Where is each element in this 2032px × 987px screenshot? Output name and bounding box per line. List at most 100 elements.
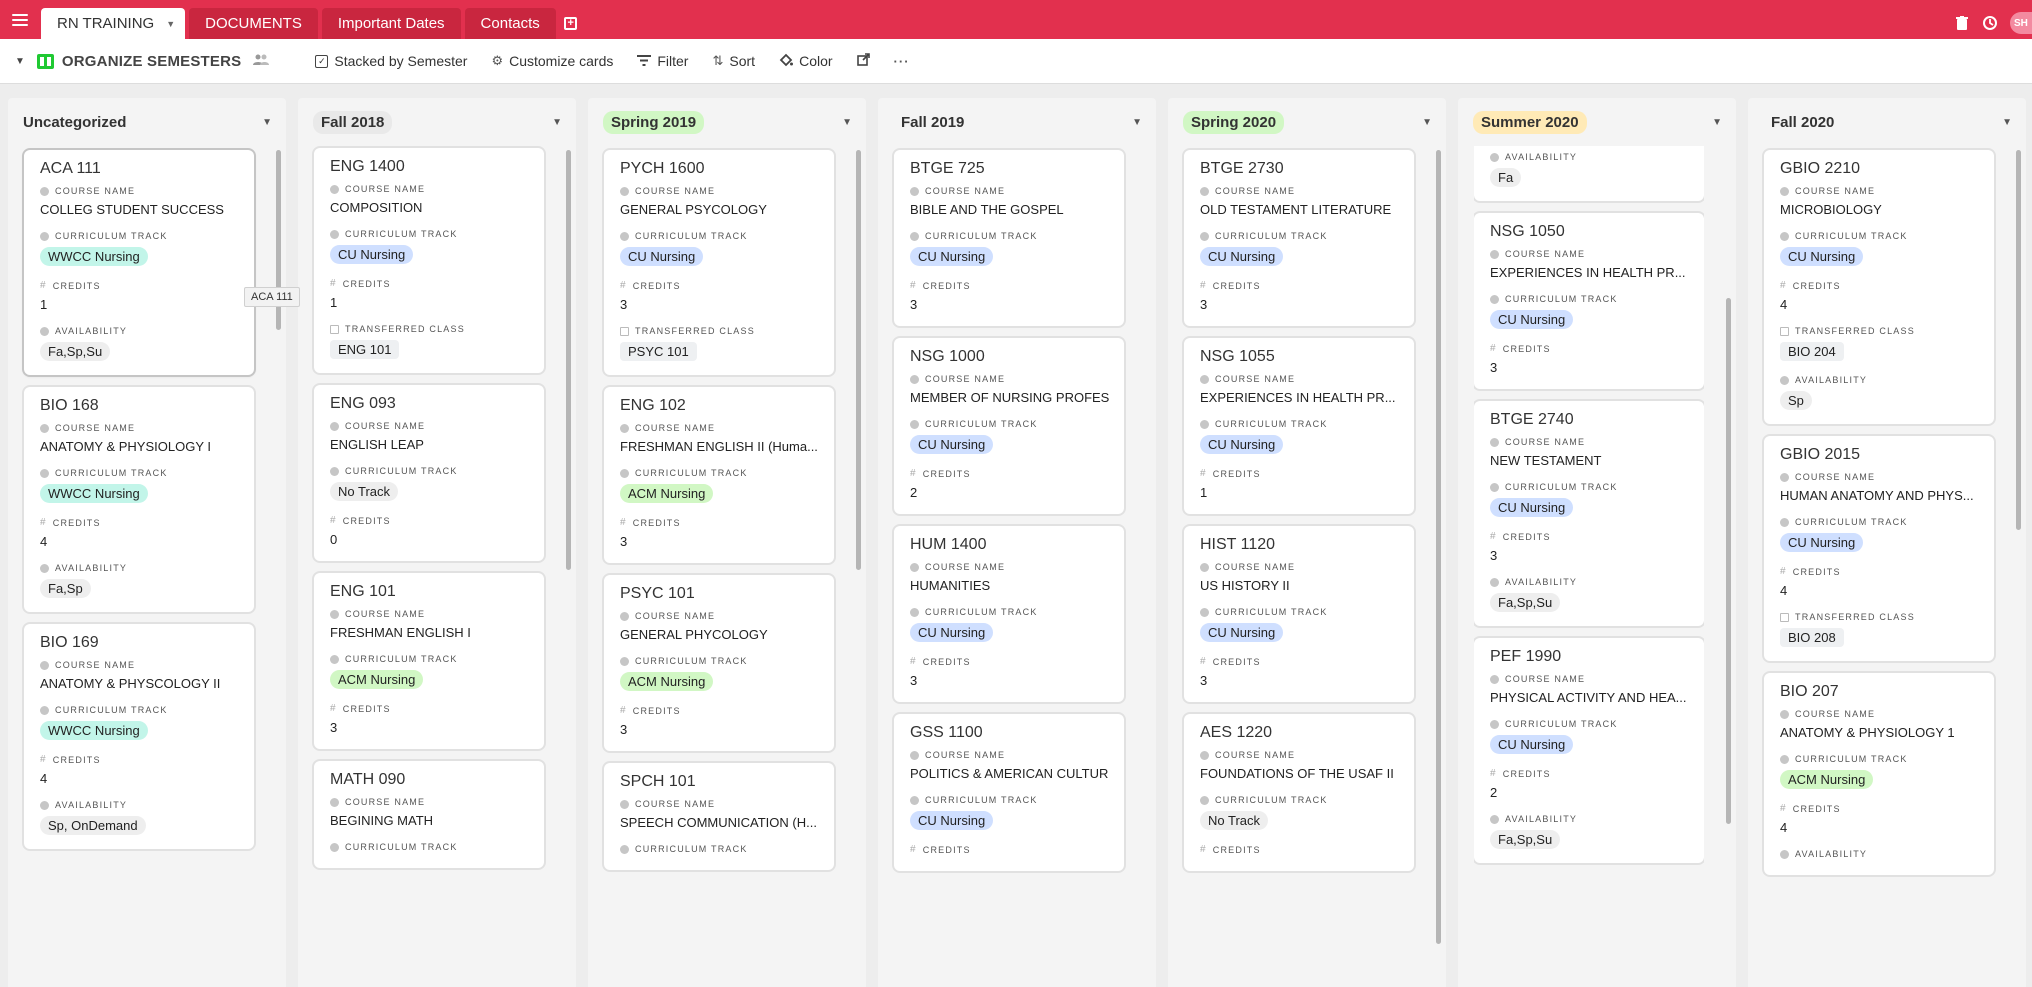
text-field-icon [620, 186, 629, 196]
chevron-down-icon[interactable]: ▼ [1712, 117, 1722, 128]
availability-pill: Fa,Sp,Su [40, 342, 111, 361]
record-card[interactable]: NSG 1055 COURSE NAME EXPERIENCES IN HEAL… [1184, 338, 1414, 514]
record-card[interactable]: ENG 101 COURSE NAME FRESHMAN ENGLISH I C… [314, 573, 544, 749]
record-card[interactable]: HUM 1400 COURSE NAME HUMANITIES CURRICUL… [894, 526, 1124, 702]
number-field-icon: # [1780, 803, 1787, 814]
field-label: CURRICULUM TRACK [1200, 419, 1399, 429]
record-card[interactable]: ENG 102 COURSE NAME FRESHMAN ENGLISH II … [604, 387, 834, 563]
tab-documents[interactable]: DOCUMENTS [189, 8, 318, 39]
course-name: EXPERIENCES IN HEALTH PR... [1490, 265, 1686, 280]
record-card[interactable]: SPCH 101 COURSE NAME SPEECH COMMUNICATIO… [604, 763, 834, 870]
chevron-down-icon[interactable]: ▼ [262, 117, 272, 128]
tab-important-dates[interactable]: Important Dates [321, 8, 461, 39]
stack-title: Uncategorized [23, 113, 127, 131]
record-card[interactable]: BIO 169 COURSE NAME ANATOMY & PHYSCOLOGY… [24, 624, 254, 849]
customize-cards-button[interactable]: ⚙ Customize cards [491, 53, 613, 69]
transferred-class-pill[interactable]: ENG 101 [330, 340, 400, 359]
stack-scrollbar[interactable] [1436, 150, 1441, 944]
transferred-class-pill[interactable]: BIO 208 [1780, 628, 1844, 647]
field-label: CURRICULUM TRACK [1780, 754, 1979, 764]
chevron-down-icon[interactable]: ▼ [552, 117, 562, 128]
transferred-class-pill[interactable]: BIO 204 [1780, 342, 1844, 361]
history-icon[interactable] [1982, 15, 1998, 31]
record-card[interactable]: HIST 1120 COURSE NAME US HISTORY II CURR… [1184, 526, 1414, 702]
stack-scrollbar[interactable] [566, 150, 571, 570]
chevron-down-icon[interactable]: ▼ [842, 117, 852, 128]
field-label: CURRICULUM TRACK [620, 468, 819, 478]
availability-pill: Fa,Sp,Su [1490, 830, 1561, 849]
record-card[interactable]: PYCH 1600 COURSE NAME GENERAL PSYCOLOGY … [604, 150, 834, 375]
record-card[interactable]: BIO 168 COURSE NAME ANATOMY & PHYSIOLOGY… [24, 387, 254, 612]
chevron-down-icon[interactable]: ▼ [2002, 117, 2012, 128]
record-card[interactable]: BTGE 2740 COURSE NAME NEW TESTAMENT CURR… [1474, 401, 1704, 626]
record-card[interactable]: ENG 093 COURSE NAME ENGLISH LEAP CURRICU… [314, 385, 544, 561]
filter-button[interactable]: Filter [637, 53, 688, 69]
view-name[interactable]: ORGANIZE SEMESTERS [62, 53, 241, 70]
select-field-icon [40, 800, 49, 810]
record-card[interactable]: ACA 111 COURSE NAME COLLEG STUDENT SUCCE… [24, 150, 254, 375]
sort-button[interactable]: ⇅ Sort [712, 53, 755, 69]
record-card[interactable]: BTGE 725 COURSE NAME BIBLE AND THE GOSPE… [894, 150, 1124, 326]
field-label: CURRICULUM TRACK [330, 229, 529, 239]
stack-title: Fall 2020 [1771, 113, 1835, 131]
record-card[interactable]: BTGE 2730 COURSE NAME OLD TESTAMENT LITE… [1184, 150, 1414, 326]
record-card[interactable]: NSG 1050 COURSE NAME EXPERIENCES IN HEAL… [1474, 213, 1704, 389]
record-card[interactable]: GBIO 2015 COURSE NAME HUMAN ANATOMY AND … [1764, 436, 1994, 661]
stacked-by-button[interactable]: ✓ Stacked by Semester [315, 53, 467, 69]
card-title: BIO 207 [1780, 683, 1839, 700]
stack-header: Spring 2020 ▼ [1168, 98, 1446, 146]
record-card[interactable]: ENG 1400 COURSE NAME COMPOSITION CURRICU… [314, 148, 544, 373]
collaborators-icon[interactable] [253, 54, 270, 69]
plus-icon: + [564, 17, 578, 30]
record-card[interactable]: GBIO 2210 COURSE NAME MICROBIOLOGY CURRI… [1764, 150, 1994, 424]
more-options-button[interactable]: ··· [894, 54, 910, 69]
card-title: NSG 1055 [1200, 348, 1275, 365]
chevron-down-icon[interactable]: ▼ [1132, 117, 1142, 128]
course-name: COLLEG STUDENT SUCCESS [40, 202, 224, 217]
field-label: # CREDITS [330, 515, 391, 526]
record-card[interactable]: AVAILABILITY Fa [1474, 146, 1704, 201]
share-view-button[interactable] [856, 53, 870, 69]
text-field-icon [910, 562, 919, 572]
card-title: BTGE 2730 [1200, 160, 1284, 177]
availability-pill: Sp [1780, 391, 1812, 410]
stack-uncategorized: Uncategorized ▼ ACA 111 COURSE NAME COLL… [8, 98, 286, 987]
stack-scrollbar[interactable] [856, 150, 861, 570]
stacked-by-label: Stacked by Semester [334, 53, 468, 69]
color-button[interactable]: Color [779, 53, 833, 70]
credits-value: 3 [910, 297, 918, 312]
stack-scrollbar[interactable] [1726, 298, 1731, 824]
card-title: BTGE 2740 [1490, 411, 1574, 428]
collapse-sidebar-icon[interactable]: ▼ [15, 56, 25, 67]
number-field-icon: # [40, 754, 47, 765]
course-name: EXPERIENCES IN HEALTH PR... [1200, 390, 1396, 405]
field-label: AVAILABILITY [1780, 849, 1979, 859]
field-label: CURRICULUM TRACK [1490, 482, 1689, 492]
record-card[interactable]: PSYC 101 COURSE NAME GENERAL PHYCOLOGY C… [604, 575, 834, 751]
chevron-down-icon[interactable]: ▼ [166, 19, 175, 29]
menu-icon[interactable] [12, 14, 28, 26]
record-card[interactable]: NSG 1000 COURSE NAME MEMBER OF NURSING P… [894, 338, 1124, 514]
field-label: AVAILABILITY [40, 326, 239, 336]
transferred-class-pill[interactable]: PSYC 101 [620, 342, 697, 361]
tab-rn-training[interactable]: RN TRAINING ▼ [41, 8, 186, 39]
record-card[interactable]: BIO 207 COURSE NAME ANATOMY & PHYSIOLOGY… [1764, 673, 1994, 875]
card-title: ENG 102 [620, 397, 686, 414]
select-field-icon [1780, 517, 1789, 527]
field-label: COURSE NAME [910, 750, 1109, 760]
record-card[interactable]: PEF 1990 COURSE NAME PHYSICAL ACTIVITY A… [1474, 638, 1704, 863]
record-card[interactable]: AES 1220 COURSE NAME FOUNDATIONS OF THE … [1184, 714, 1414, 871]
record-card[interactable]: GSS 1100 COURSE NAME POLITICS & AMERICAN… [894, 714, 1124, 871]
avatar[interactable]: SH [2010, 12, 2032, 34]
link-field-icon [620, 326, 629, 336]
select-field-icon [330, 654, 339, 664]
sort-icon: ⇅ [712, 53, 724, 68]
chevron-down-icon[interactable]: ▼ [1422, 117, 1432, 128]
card-title: BTGE 725 [910, 160, 985, 177]
stack-scrollbar[interactable] [2016, 150, 2021, 530]
add-table-button[interactable]: + [560, 8, 582, 39]
record-card[interactable]: MATH 090 COURSE NAME BEGINING MATH CURRI… [314, 761, 544, 868]
trash-icon[interactable] [1954, 15, 1970, 31]
number-field-icon: # [910, 656, 917, 667]
tab-contacts[interactable]: Contacts [464, 8, 556, 39]
